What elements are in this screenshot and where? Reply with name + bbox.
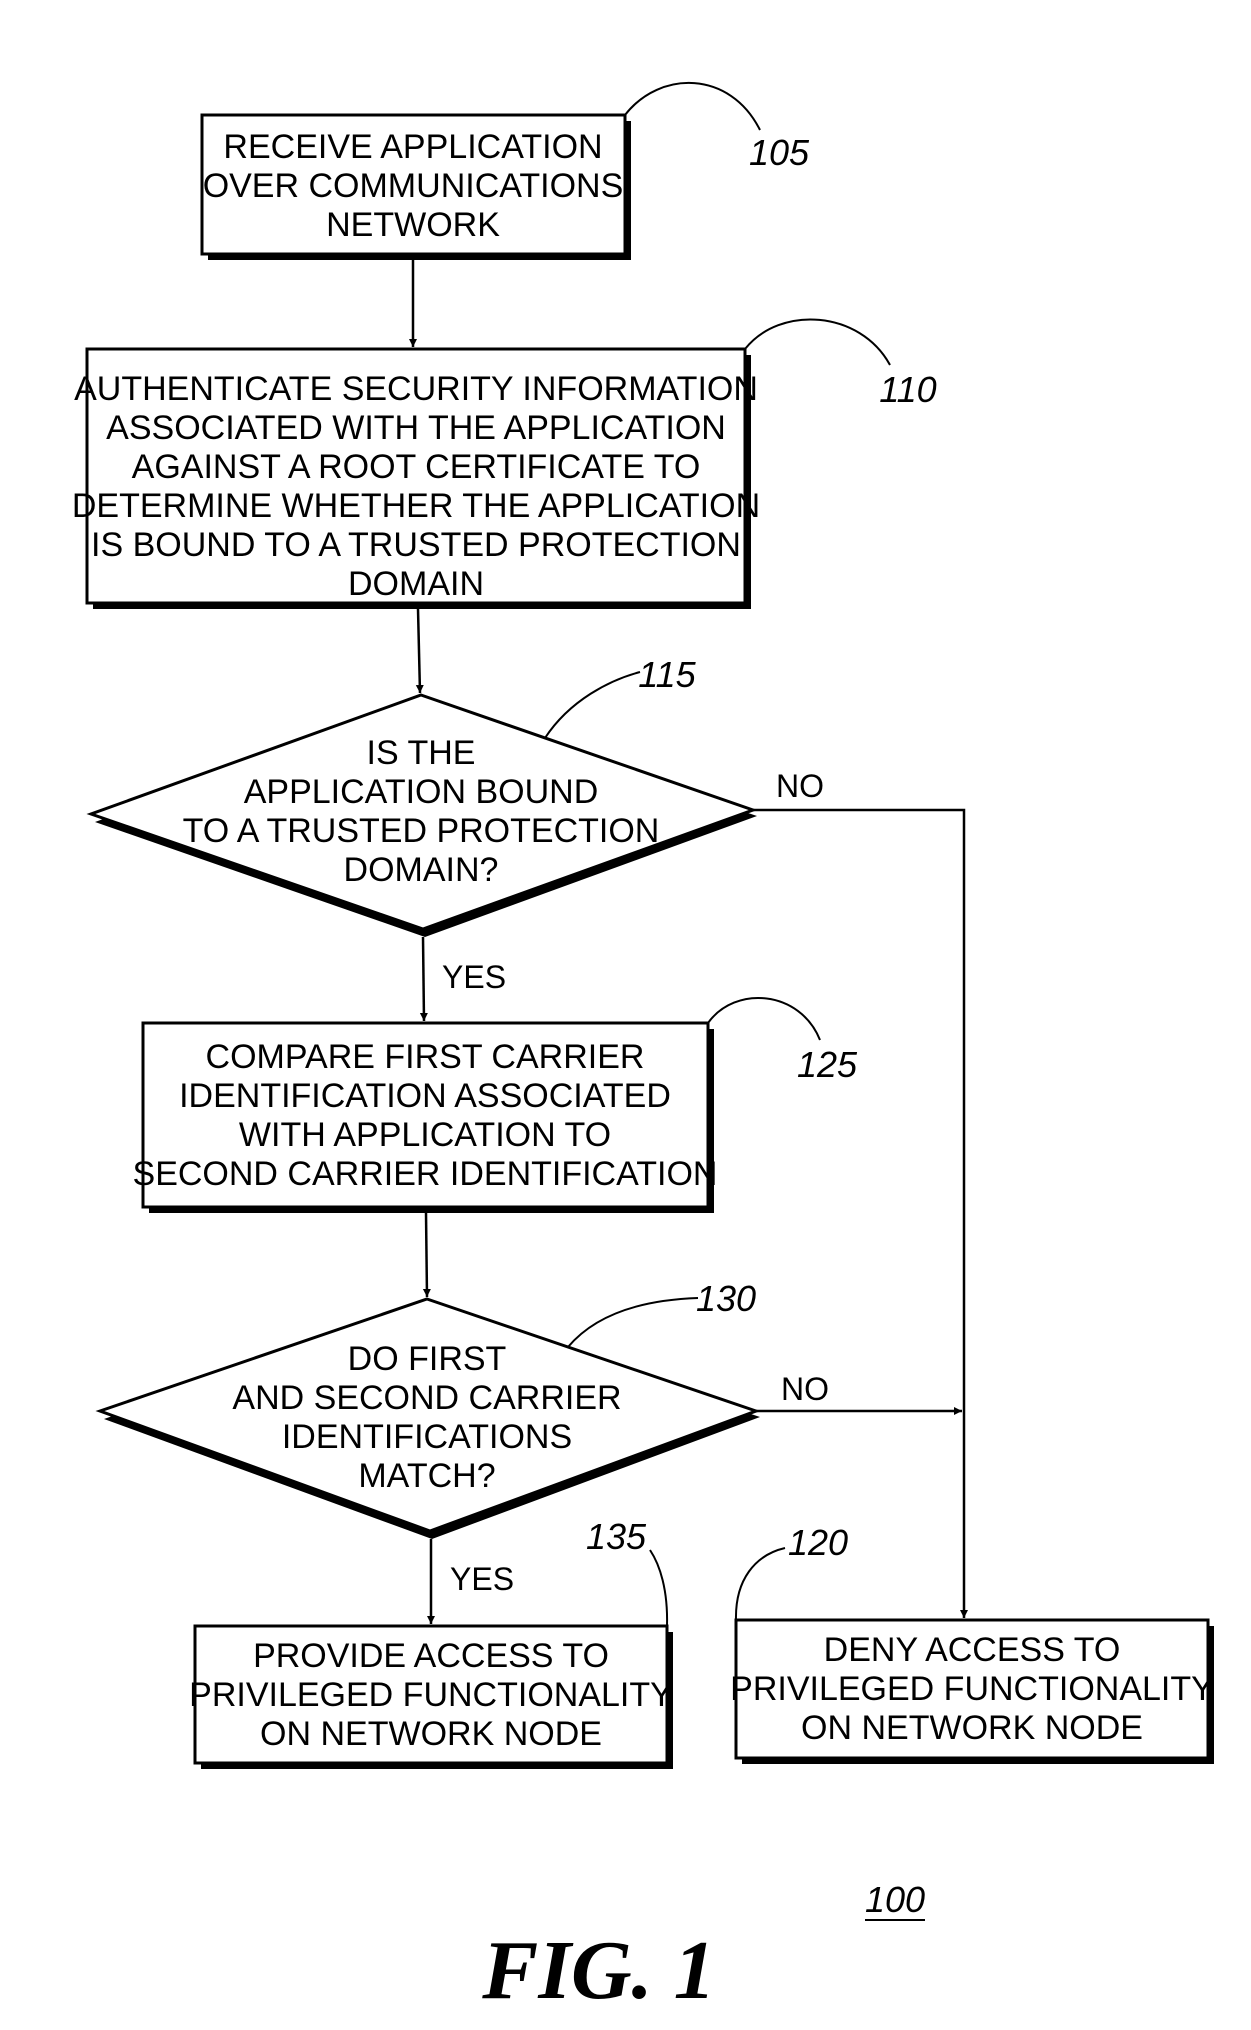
decision-text-line: IDENTIFICATIONS: [282, 1418, 572, 1456]
arrow-115-no-to-120: [753, 808, 968, 1618]
branch-label-yes: YES: [450, 1561, 514, 1597]
step-text-line: AUTHENTICATE SECURITY INFORMATION: [74, 370, 758, 408]
step-125-compare-carrier-ids: COMPARE FIRST CARRIER IDENTIFICATION ASS…: [133, 1021, 718, 1213]
ref-label-120: 120: [788, 1522, 848, 1563]
step-text-line: RECEIVE APPLICATION: [223, 128, 602, 166]
step-text-line: PRIVILEGED FUNCTIONALITY: [730, 1670, 1214, 1708]
step-text-line: OVER COMMUNICATIONS: [203, 167, 624, 205]
step-105-receive-application: RECEIVE APPLICATION OVER COMMUNICATIONS …: [200, 113, 631, 260]
ref-label-130: 130: [696, 1278, 756, 1319]
leader-line-110: [744, 318, 891, 366]
step-text-line: SECOND CARRIER IDENTIFICATION: [133, 1155, 718, 1193]
figure-reference-number: 100: [865, 1879, 925, 1920]
arrow-125-to-130: [422, 1212, 431, 1298]
step-text-line: AGAINST A ROOT CERTIFICATE TO: [132, 448, 701, 486]
step-text-line: IS BOUND TO A TRUSTED PROTECTION: [91, 526, 741, 564]
ref-label-110: 110: [879, 369, 936, 410]
decision-text-line: MATCH?: [358, 1457, 495, 1495]
step-text-line: DETERMINE WHETHER THE APPLICATION: [72, 487, 760, 525]
decision-text-line: TO A TRUSTED PROTECTION: [183, 812, 660, 850]
arrow-115-yes-to-125: [419, 936, 428, 1022]
leader-line-125: [707, 997, 821, 1041]
ref-label-135: 135: [586, 1516, 647, 1557]
step-text-line: DOMAIN: [348, 565, 484, 603]
ref-label-115: 115: [638, 654, 696, 695]
decision-text-line: IS THE: [367, 734, 476, 772]
leader-line-130: [567, 1297, 699, 1348]
step-120-deny-access: DENY ACCESS TO PRIVILEGED FUNCTIONALITY …: [730, 1618, 1214, 1764]
decision-text-line: AND SECOND CARRIER: [232, 1379, 621, 1417]
branch-label-yes: YES: [442, 959, 506, 995]
step-text-line: ON NETWORK NODE: [801, 1709, 1143, 1747]
step-text-line: NETWORK: [326, 206, 500, 244]
leader-line-135: [649, 1549, 669, 1627]
ref-label-105: 105: [749, 132, 810, 173]
step-text-line: ASSOCIATED WITH THE APPLICATION: [106, 409, 726, 447]
leader-line-105: [624, 82, 761, 131]
step-text-line: WITH APPLICATION TO: [239, 1116, 611, 1154]
step-110-authenticate: AUTHENTICATE SECURITY INFORMATION ASSOCI…: [72, 347, 760, 609]
step-135-provide-access: PROVIDE ACCESS TO PRIVILEGED FUNCTIONALI…: [189, 1624, 673, 1769]
decision-text-line: APPLICATION BOUND: [244, 773, 599, 811]
ref-label-125: 125: [797, 1044, 858, 1085]
step-text-line: COMPARE FIRST CARRIER: [206, 1038, 645, 1076]
decision-text-line: DO FIRST: [348, 1340, 507, 1378]
leader-line-120: [734, 1547, 786, 1621]
arrow-110-to-115: [415, 608, 424, 694]
branch-label-no: NO: [781, 1371, 829, 1407]
leader-line-115: [544, 671, 641, 739]
step-text-line: DENY ACCESS TO: [824, 1631, 1121, 1669]
figure-caption: FIG. 1: [481, 1924, 715, 2017]
flowchart: RECEIVE APPLICATION OVER COMMUNICATIONS …: [72, 82, 1214, 2017]
decision-115-trusted-domain: IS THE APPLICATION BOUND TO A TRUSTED PR…: [86, 693, 758, 937]
branch-label-no: NO: [776, 768, 824, 804]
step-text-line: IDENTIFICATION ASSOCIATED: [179, 1077, 671, 1115]
decision-text-line: DOMAIN?: [344, 851, 499, 889]
step-text-line: ON NETWORK NODE: [260, 1715, 602, 1753]
decision-130-carrier-match: DO FIRST AND SECOND CARRIER IDENTIFICATI…: [95, 1297, 761, 1539]
step-text-line: PRIVILEGED FUNCTIONALITY: [189, 1676, 673, 1714]
step-text-line: PROVIDE ACCESS TO: [253, 1637, 609, 1675]
